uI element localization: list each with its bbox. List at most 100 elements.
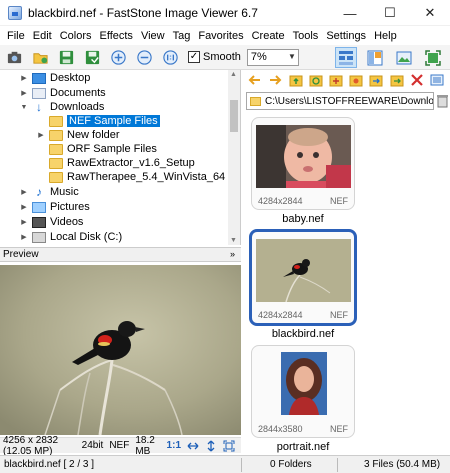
browser-view-button[interactable] — [364, 47, 386, 68]
tree-item-nef-sample-files[interactable]: NEF Sample Files — [36, 114, 160, 128]
zoom-out-button[interactable] — [134, 47, 155, 67]
up-folder-button[interactable] — [288, 73, 302, 88]
fit-width-icon[interactable] — [187, 440, 199, 452]
tree-item-rawtherapee[interactable]: RawTherapee_5.4_WinVista_64 — [36, 170, 225, 184]
move-to-button[interactable] — [389, 73, 404, 88]
thumbnail-card-selected[interactable]: 4284x2844 NEF — [249, 229, 357, 326]
tree-item-videos[interactable]: ▶ Videos — [19, 215, 83, 229]
bit-depth: 24bit — [81, 440, 104, 451]
fit-height-icon[interactable] — [205, 440, 217, 452]
open-button[interactable] — [30, 47, 51, 67]
menu-colors[interactable]: Colors — [56, 30, 96, 42]
close-button[interactable]: ✕ — [410, 0, 450, 26]
thumbnail-card[interactable]: 4284x2844 NEF — [251, 117, 355, 210]
fullscreen-button[interactable] — [422, 47, 444, 68]
preview-image[interactable] — [0, 265, 241, 435]
folder-icon — [49, 129, 63, 141]
blackbird-photo — [0, 265, 241, 435]
scroll-down-icon[interactable]: ▼ — [230, 237, 237, 244]
forward-button[interactable] — [268, 73, 282, 88]
save-as-button[interactable] — [82, 47, 103, 67]
expand-icon[interactable]: ▶ — [19, 233, 29, 241]
menu-file[interactable]: File — [3, 30, 29, 42]
thumbnail-pane[interactable]: 4284x2844 NEF baby.nef 4284x2844 NEF bla… — [244, 112, 450, 454]
smooth-checkbox[interactable]: ✓ Smooth — [188, 51, 241, 63]
tree-item-local-disk[interactable]: ▶ Local Disk (C:) — [19, 230, 122, 244]
tree-item-rawextractor[interactable]: RawExtractor_v1.6_Setup — [36, 156, 195, 170]
arrow-right-icon — [270, 75, 282, 85]
status-divider — [337, 458, 338, 472]
tree-scrollbar[interactable]: ▲ ▼ — [228, 70, 240, 245]
menu-tools[interactable]: Tools — [289, 30, 323, 42]
path-input[interactable]: C:\Users\LISTOFFREEWARE\Downlo — [246, 92, 434, 110]
favorites-button[interactable] — [349, 73, 363, 88]
zoom-in-button[interactable] — [108, 47, 129, 67]
thumbnail-filename[interactable]: blackbird.nef — [251, 328, 355, 340]
folder-tree[interactable]: ▶ Desktop ▶ Documents ▼ ↓ Downloads NEF … — [0, 70, 241, 245]
expand-icon[interactable]: ▶ — [19, 203, 29, 211]
window-controls: — ☐ ✕ — [330, 0, 450, 26]
tree-item-label: Desktop — [50, 72, 91, 84]
tree-item-documents[interactable]: ▶ Documents — [19, 86, 105, 100]
expand-icon[interactable]: ▶ — [36, 131, 46, 139]
thumbnail-dimensions: 4284x2844 — [258, 196, 303, 206]
save-button[interactable] — [56, 47, 77, 67]
maximize-button[interactable]: ☐ — [370, 0, 410, 26]
actual-size-button[interactable] — [160, 47, 181, 67]
tree-item-new-folder[interactable]: ▶ New folder — [36, 128, 119, 142]
menu-effects[interactable]: Effects — [96, 30, 137, 42]
menu-favorites[interactable]: Favorites — [194, 30, 247, 42]
status-file-count: 3 Files (50.4 MB) — [364, 459, 441, 470]
browser-toolbar — [244, 70, 450, 90]
menu-view[interactable]: View — [137, 30, 169, 42]
menu-create[interactable]: Create — [248, 30, 289, 42]
status-current-file: blackbird.nef [ 2 / 3 ] — [4, 459, 95, 470]
back-button[interactable] — [248, 73, 262, 88]
scroll-up-icon[interactable]: ▲ — [230, 71, 237, 78]
music-icon: ♪ — [36, 184, 42, 199]
expand-icon[interactable]: ▶ — [19, 89, 29, 97]
fit-window-icon[interactable] — [223, 440, 235, 452]
zoom-select[interactable]: 7% ▼ — [246, 48, 299, 66]
expand-icon[interactable]: ▶ — [19, 74, 29, 82]
trash-icon — [436, 95, 448, 108]
copy-folder-icon — [369, 75, 383, 87]
smooth-check-box[interactable]: ✓ — [188, 51, 200, 63]
path-history-button[interactable] — [436, 94, 448, 109]
thumbnail-type: NEF — [330, 196, 348, 206]
copy-to-button[interactable] — [369, 73, 383, 88]
tree-item-label: Music — [50, 186, 79, 198]
tree-item-downloads[interactable]: ▼ ↓ Downloads — [19, 100, 105, 114]
menu-tag[interactable]: Tag — [169, 30, 195, 42]
thumbnail-meta: 4284x2844 NEF — [258, 196, 348, 206]
view-options-button[interactable] — [430, 73, 444, 88]
thumbnail-view-button[interactable] — [335, 47, 357, 68]
expand-icon[interactable]: ▶ — [19, 218, 29, 226]
zoom-in-icon — [111, 49, 126, 65]
delete-button[interactable] — [410, 73, 424, 88]
refresh-button[interactable] — [309, 73, 323, 88]
expand-icon[interactable]: ▶ — [19, 188, 29, 196]
image-view-button[interactable] — [393, 47, 415, 68]
new-folder-button[interactable] — [329, 73, 343, 88]
menu-edit[interactable]: Edit — [29, 30, 56, 42]
actual-size-ratio[interactable]: 1:1 — [167, 440, 181, 451]
menu-settings[interactable]: Settings — [322, 30, 370, 42]
thumbnail-card[interactable]: 2844x3580 NEF — [251, 345, 355, 438]
thumbnail-filename[interactable]: baby.nef — [251, 213, 355, 225]
scrollbar-thumb[interactable] — [230, 100, 238, 132]
minimize-button[interactable]: — — [330, 0, 370, 26]
move-folder-icon — [390, 75, 404, 87]
menu-help[interactable]: Help — [370, 30, 401, 42]
tree-item-music[interactable]: ▶ ♪ Music — [19, 184, 79, 199]
preview-info-bar: 4256 x 2832 (12.05 MP) 24bit NEF 18.2 MB… — [0, 435, 241, 457]
status-folder-count: 0 Folders — [270, 459, 312, 470]
collapse-preview-icon[interactable]: » — [230, 249, 235, 259]
collapse-icon[interactable]: ▼ — [19, 104, 29, 111]
camera-icon — [7, 51, 22, 63]
tree-item-desktop[interactable]: ▶ Desktop — [19, 71, 90, 85]
tree-item-orf-sample-files[interactable]: ORF Sample Files — [36, 142, 157, 156]
thumbnail-filename[interactable]: portrait.nef — [251, 441, 355, 453]
acquire-button[interactable] — [4, 47, 25, 67]
tree-item-pictures[interactable]: ▶ Pictures — [19, 200, 89, 214]
